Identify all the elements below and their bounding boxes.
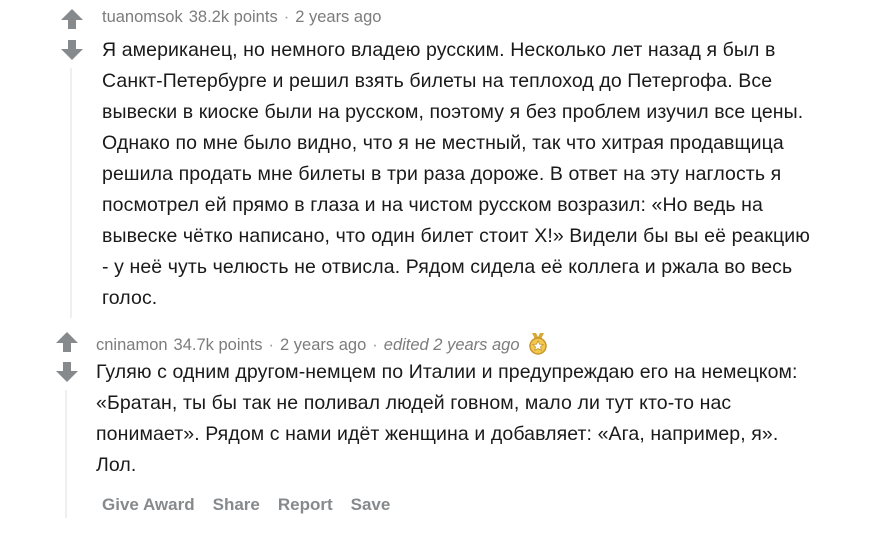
comment-line: Я американец, но немного владею русским.… [102,39,776,61]
thread-line[interactable] [70,68,72,318]
username[interactable]: tuanomsok [102,8,183,27]
separator-dot: · [372,336,378,354]
comment-meta: tuanomsok 38.2k points · 2 years ago [102,8,381,27]
comment-line: Лол. [96,454,137,476]
upvote-button[interactable] [60,8,84,30]
comment-body: Я американец, но немного владею русским.… [102,35,810,314]
comment-line: посмотрел ей прямо в глаза и на чистом р… [102,194,763,216]
award-medal-icon[interactable] [526,331,550,360]
comment-line: вывески в киоске были на русском, поэтом… [102,101,804,123]
downvote-arrow-icon [56,362,78,382]
comment-line: Гуляю с одним другом-немцем по Италии и … [96,361,798,383]
edited-label: edited 2 years ago [383,336,520,354]
comment-body: Гуляю с одним другом-немцем по Италии и … [96,357,798,481]
downvote-arrow-icon [61,40,83,60]
timestamp[interactable]: 2 years ago [295,8,381,27]
upvote-arrow-icon [61,9,83,29]
comment-line: Однако по мне было видно, что я не местн… [102,132,784,154]
timestamp[interactable]: 2 years ago [280,336,366,355]
comment-line: вывеске чётко написано, что один билет с… [102,225,811,247]
points: 38.2k points [188,8,278,26]
thread-line[interactable] [65,390,67,518]
username[interactable]: cninamon [96,336,168,355]
comment-line: Санкт-Петербурге и решил взять билеты на… [102,70,773,92]
comment-line: «Братан, ты бы так не поливал людей говн… [96,392,732,414]
points: 34.7k points [173,336,263,354]
separator-dot: · [268,336,275,354]
share-button[interactable]: Share [213,495,260,515]
comment-meta: cninamon 34.7k points · 2 years ago · ed… [96,331,550,360]
upvote-button[interactable] [55,331,79,353]
downvote-button[interactable] [60,39,84,61]
downvote-button[interactable] [55,361,79,383]
comment-actions: Give Award Share Report Save [102,495,390,515]
comment-line: решила продать мне билеты в три раза дор… [102,163,782,185]
comment-line: голос. [102,287,158,309]
give-award-button[interactable]: Give Award [102,495,195,515]
comment-line: понимает». Рядом с нами идёт женщина и д… [96,423,779,445]
separator-dot: · [283,8,290,26]
comment-line: - у неё чуть челюсть не отвисла. Рядом с… [102,256,793,278]
upvote-arrow-icon [56,332,78,352]
save-button[interactable]: Save [351,495,391,515]
report-button[interactable]: Report [278,495,333,515]
